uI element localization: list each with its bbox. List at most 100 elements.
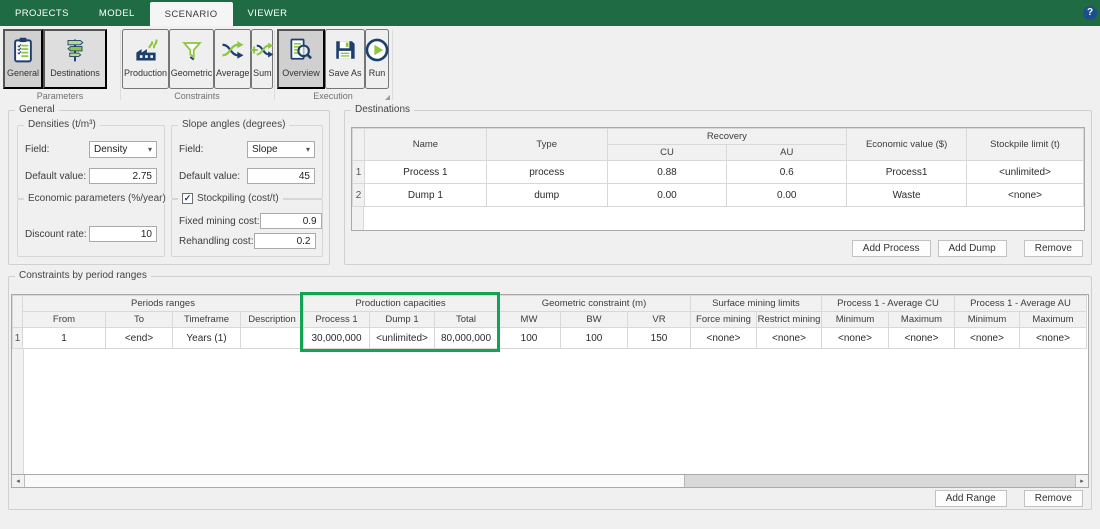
col-header-economic-value[interactable]: Economic value ($)	[846, 128, 968, 161]
cell-cu-minimum[interactable]: <none>	[821, 327, 889, 349]
col-header-cu-minimum[interactable]: Minimum	[821, 311, 889, 328]
cell-au[interactable]: 0.00	[726, 183, 848, 207]
destinations-button[interactable]: Destinations	[43, 29, 107, 89]
discount-rate-input[interactable]	[89, 226, 157, 242]
cell-total-capacity[interactable]: 80,000,000	[434, 327, 498, 349]
stockpiling-checkbox[interactable]	[182, 193, 193, 204]
col-header-total[interactable]: Total	[434, 311, 498, 328]
col-header-dump1[interactable]: Dump 1	[369, 311, 435, 328]
cell-dump1-capacity[interactable]: <unlimited>	[369, 327, 435, 349]
densities-field-select[interactable]: Density	[89, 141, 157, 158]
help-icon[interactable]: ?	[1083, 6, 1097, 20]
rehandling-cost-input[interactable]	[253, 233, 316, 249]
col-header-from[interactable]: From	[22, 311, 106, 328]
overview-button[interactable]: Overview	[277, 29, 325, 89]
col-header-au-minimum[interactable]: Minimum	[954, 311, 1020, 328]
col-header-au[interactable]: AU	[726, 144, 848, 161]
col-header-cu[interactable]: CU	[606, 144, 728, 161]
cell-type[interactable]: dump	[485, 183, 608, 207]
remove-destination-button[interactable]: Remove	[1023, 240, 1083, 257]
cell-economic-value[interactable]: Process1	[846, 160, 968, 184]
col-header-to[interactable]: To	[105, 311, 173, 328]
tab-model[interactable]: MODEL	[84, 0, 150, 26]
cell-name[interactable]: Dump 1	[363, 183, 487, 207]
col-header-name[interactable]: Name	[363, 128, 487, 161]
remove-range-button[interactable]: Remove	[1023, 490, 1083, 507]
col-header-description[interactable]: Description	[240, 311, 304, 328]
floppy-disk-icon	[329, 35, 361, 65]
scrollbar-track[interactable]	[685, 475, 1075, 487]
tab-viewer[interactable]: VIEWER	[233, 0, 303, 26]
scroll-left-arrow-icon[interactable]: ◂	[12, 475, 25, 487]
ribbon-group-constraints: Production Geometric Average Sum Constra…	[121, 26, 274, 103]
cell-au[interactable]: 0.6	[726, 160, 848, 184]
col-header-type[interactable]: Type	[485, 128, 608, 161]
geometric-button[interactable]: Geometric	[169, 29, 214, 89]
stockpiling-title: Stockpiling (cost/t)	[197, 193, 279, 204]
row-number[interactable]: 1	[12, 327, 23, 349]
densities-default-input[interactable]	[89, 168, 157, 184]
cell-from[interactable]: 1	[22, 327, 106, 349]
cell-economic-value[interactable]: Waste	[846, 183, 968, 207]
cell-au-minimum[interactable]: <none>	[954, 327, 1020, 349]
tab-scenario[interactable]: SCENARIO	[149, 2, 233, 26]
cell-stockpile-limit[interactable]: <unlimited>	[966, 160, 1084, 184]
add-dump-button[interactable]: Add Dump	[937, 240, 1007, 257]
row-number[interactable]: 2	[352, 183, 365, 207]
cell-cu[interactable]: 0.88	[606, 160, 728, 184]
corner-cell	[352, 128, 365, 161]
scrollbar-thumb[interactable]	[25, 475, 685, 487]
sum-button[interactable]: Sum	[250, 29, 274, 89]
run-button[interactable]: Run	[365, 29, 389, 89]
cell-type[interactable]: process	[485, 160, 608, 184]
cell-mw[interactable]: 100	[497, 327, 561, 349]
cell-cu[interactable]: 0.00	[606, 183, 728, 207]
add-range-button[interactable]: Add Range	[934, 490, 1007, 507]
dialog-launcher-icon[interactable]	[385, 95, 390, 100]
cell-description[interactable]	[240, 327, 304, 349]
group-header-process1-average-au: Process 1 - Average AU	[954, 295, 1087, 312]
densities-title: Densities (t/m³)	[24, 119, 100, 130]
col-header-timeframe[interactable]: Timeframe	[172, 311, 241, 328]
cell-vr[interactable]: 150	[627, 327, 691, 349]
scroll-right-arrow-icon[interactable]: ▸	[1075, 475, 1088, 487]
fixed-mining-cost-input[interactable]	[259, 213, 322, 229]
ribbon-separator	[392, 30, 393, 100]
clipboard-icon	[7, 35, 39, 65]
slope-field-select[interactable]: Slope	[247, 141, 315, 158]
ribbon-group-label-parameters: Parameters	[36, 91, 84, 101]
cell-cu-maximum[interactable]: <none>	[888, 327, 955, 349]
row-number[interactable]: 1	[352, 160, 365, 184]
col-header-force-mining[interactable]: Force mining	[690, 311, 757, 328]
cell-restrict-mining[interactable]: <none>	[756, 327, 822, 349]
cell-name[interactable]: Process 1	[363, 160, 487, 184]
cell-bw[interactable]: 100	[560, 327, 628, 349]
cell-timeframe[interactable]: Years (1)	[172, 327, 241, 349]
col-header-au-maximum[interactable]: Maximum	[1019, 311, 1087, 328]
cell-to[interactable]: <end>	[105, 327, 173, 349]
col-header-cu-maximum[interactable]: Maximum	[888, 311, 955, 328]
col-header-stockpile-limit[interactable]: Stockpile limit (t)	[966, 128, 1084, 161]
col-header-vr[interactable]: VR	[627, 311, 691, 328]
cell-stockpile-limit[interactable]: <none>	[966, 183, 1084, 207]
crossing-arrows-icon	[217, 35, 249, 65]
col-header-bw[interactable]: BW	[560, 311, 628, 328]
cell-force-mining[interactable]: <none>	[690, 327, 757, 349]
rehandling-cost-label: Rehandling cost:	[179, 235, 254, 247]
constraints-panel: Constraints by period ranges Periods ran…	[8, 270, 1092, 510]
tab-projects[interactable]: PROJECTS	[0, 0, 84, 26]
save-as-button-label: Save As	[328, 68, 362, 78]
save-as-button[interactable]: Save As	[325, 29, 365, 89]
add-process-button[interactable]: Add Process	[851, 240, 931, 257]
col-header-recovery[interactable]: Recovery	[606, 128, 848, 145]
overview-button-label: Overview	[282, 68, 320, 78]
economic-title: Economic parameters (%/year)	[24, 193, 170, 204]
col-header-restrict-mining[interactable]: Restrict mining	[756, 311, 822, 328]
general-button[interactable]: General	[3, 29, 43, 89]
cell-process1-capacity[interactable]: 30,000,000	[303, 327, 370, 349]
col-header-process1[interactable]: Process 1	[303, 311, 370, 328]
production-button[interactable]: Production	[122, 29, 169, 89]
cell-au-maximum[interactable]: <none>	[1019, 327, 1087, 349]
slope-default-input[interactable]	[247, 168, 315, 184]
col-header-mw[interactable]: MW	[497, 311, 561, 328]
